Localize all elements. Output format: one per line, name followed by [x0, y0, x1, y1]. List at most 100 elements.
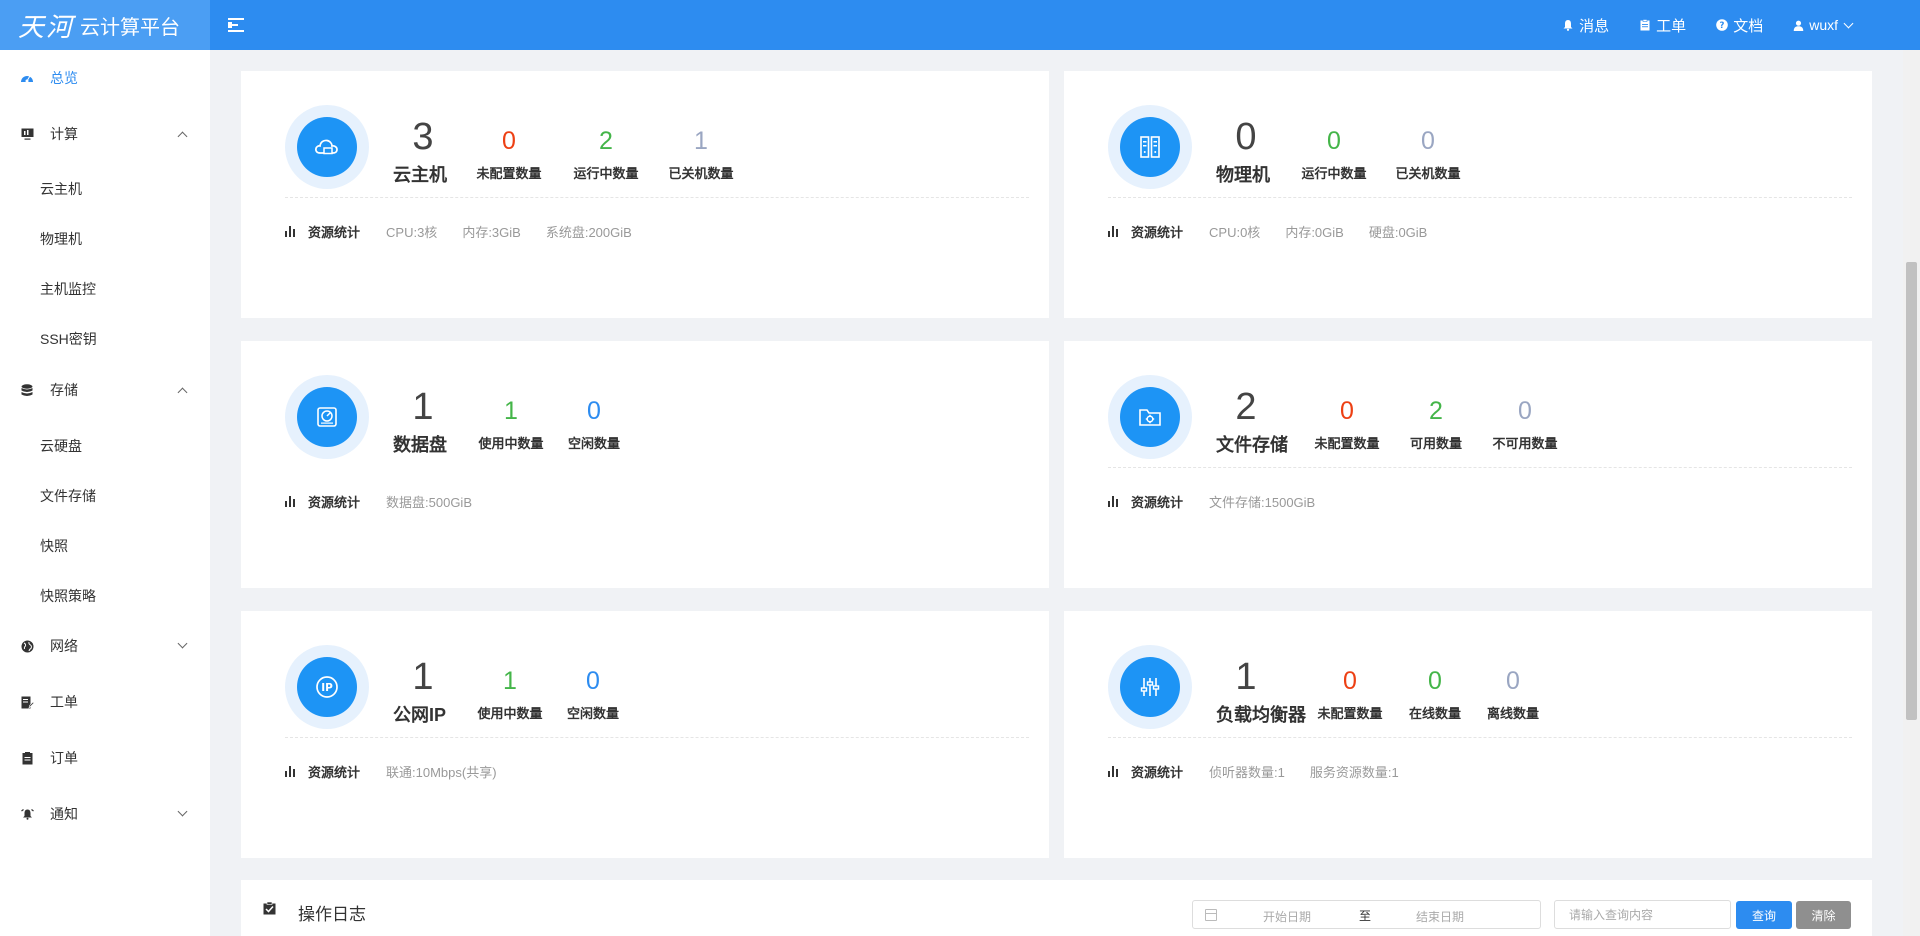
sidebar: 总览 计算 云主机 物理机 主机监控 SSH密钥 存储 云硬盘 文件存储 快照 …	[0, 50, 210, 936]
svg-text:IP: IP	[321, 682, 333, 694]
load-balancer-count: 1	[1235, 656, 1257, 698]
physical-count: 0	[1235, 116, 1257, 158]
nav-messages-label: 消息	[1579, 17, 1610, 35]
sidebar-subitem-file-storage[interactable]: 文件存储	[40, 486, 96, 506]
sidebar-subitem-host-monitor[interactable]: 主机监控	[40, 279, 96, 299]
stat-value: 0	[1518, 397, 1532, 425]
bar-chart-icon	[285, 496, 297, 507]
card-icon-ring	[285, 375, 369, 459]
resource-title: 资源统计	[1131, 225, 1184, 240]
stat-label: 已关机数量	[668, 166, 734, 181]
card-file-storage: 2 文件存储 0 未配置数量 2 可用数量 0 不可用数量 资源统计 文件存储:…	[1064, 341, 1872, 588]
resource-title: 资源统计	[1131, 765, 1184, 780]
sidebar-item-compute[interactable]: 计算	[0, 114, 210, 154]
calendar-icon	[1205, 909, 1217, 921]
stat-label: 离线数量	[1486, 706, 1539, 721]
file-storage-count: 2	[1235, 386, 1257, 428]
resource-stats: 资源统计 文件存储:1500GiB	[1108, 492, 1340, 511]
chevron-down-icon	[1843, 18, 1854, 28]
stat-vm-running: 2 运行中数量	[569, 126, 643, 182]
bar-chart-icon	[1108, 496, 1120, 507]
resource-memory: 内存:3GiB	[462, 225, 521, 240]
chevron-down-icon	[177, 638, 188, 649]
sidebar-subitem-snapshot[interactable]: 快照	[40, 536, 68, 556]
nav-docs[interactable]: ? 文档	[1716, 15, 1763, 36]
resource-memory: 内存:0GiB	[1285, 225, 1344, 240]
nav-messages[interactable]: 消息	[1562, 15, 1609, 36]
sidebar-subitem-physical[interactable]: 物理机	[40, 229, 82, 249]
card-load-balancer: 1 负载均衡器 0 未配置数量 0 在线数量 0 离线数量 资源统计 侦听器数量…	[1064, 611, 1872, 858]
stat-file-unconfigured: 0 未配置数量	[1312, 396, 1382, 452]
stat-label: 已关机数量	[1395, 166, 1461, 181]
card-divider	[1108, 467, 1852, 468]
svg-text:?: ?	[1720, 21, 1725, 31]
sidebar-subitem-vm[interactable]: 云主机	[40, 179, 82, 199]
scrollbar-thumb[interactable]	[1906, 262, 1917, 720]
nav-workorder[interactable]: 工单	[1639, 15, 1686, 36]
log-title: 操作日志	[298, 905, 366, 924]
card-divider	[285, 197, 1029, 198]
logo[interactable]: 天河 云计算平台	[0, 0, 210, 50]
resource-cpu: CPU:0核	[1209, 225, 1261, 240]
stat-value: 0	[1421, 127, 1435, 155]
resource-title: 资源统计	[1131, 495, 1184, 510]
sidebar-subitem-ssh-key[interactable]: SSH密钥	[40, 329, 97, 349]
resource-system-disk: 系统盘:200GiB	[545, 225, 632, 240]
resource-title: 资源统计	[308, 225, 361, 240]
bar-chart-icon	[285, 766, 297, 777]
card-physical: 0 物理机 0 运行中数量 0 已关机数量 资源统计 CPU:0核 内存:0Gi…	[1064, 71, 1872, 318]
date-range-picker[interactable]: 开始日期 至 结束日期	[1192, 900, 1541, 929]
vm-label: 云主机	[393, 165, 447, 185]
physical-label: 物理机	[1216, 165, 1270, 185]
sidebar-item-overview[interactable]: 总览	[0, 58, 210, 98]
nav-workorder-label: 工单	[1656, 17, 1687, 35]
stat-value: 2	[1429, 397, 1443, 425]
sidebar-subitem-snapshot-policy[interactable]: 快照策略	[40, 586, 96, 606]
card-divider	[1108, 197, 1852, 198]
stat-value: 0	[1343, 667, 1357, 695]
sidebar-item-network[interactable]: 网络	[0, 626, 210, 666]
query-button[interactable]: 查询	[1736, 901, 1792, 929]
load-balancer-label: 负载均衡器	[1216, 705, 1306, 725]
end-date-input[interactable]: 结束日期	[1416, 908, 1464, 925]
stat-value: 0	[1506, 667, 1520, 695]
stat-value: 0	[586, 667, 600, 695]
stat-label: 在线数量	[1408, 706, 1461, 721]
clear-button[interactable]: 清除	[1796, 901, 1851, 929]
sidebar-item-workorder[interactable]: 工单	[0, 682, 210, 722]
resource-stats: 资源统计 CPU:0核 内存:0GiB 硬盘:0GiB	[1108, 222, 1452, 241]
public-ip-label: 公网IP	[393, 705, 447, 725]
user-menu[interactable]: wuxf	[1793, 17, 1854, 33]
stat-value: 0	[1327, 127, 1341, 155]
sidebar-subitem-cloud-disk[interactable]: 云硬盘	[40, 436, 82, 456]
clipboard-check-icon	[263, 902, 276, 915]
sidebar-item-order[interactable]: 订单	[0, 738, 210, 778]
stat-lb-online: 0 在线数量	[1406, 666, 1464, 722]
resource-stats: 资源统计 联通:10Mbps(共享)	[285, 762, 522, 781]
menu-toggle-icon[interactable]	[228, 18, 244, 32]
stat-value: 0	[502, 127, 516, 155]
card-icon-ring	[285, 105, 369, 189]
sidebar-item-notice[interactable]: 通知	[0, 794, 210, 834]
search-input[interactable]	[1554, 900, 1731, 929]
resource-title: 资源统计	[308, 765, 361, 780]
card-vm: 3 云主机 0 未配置数量 2 运行中数量 1 已关机数量 资源统计 CPU:3…	[241, 71, 1049, 318]
nav-docs-label: 文档	[1733, 17, 1764, 35]
bar-chart-icon	[1108, 226, 1120, 237]
card-divider	[285, 737, 1029, 738]
alarm-bell-icon	[20, 807, 34, 821]
start-date-input[interactable]: 开始日期	[1263, 908, 1311, 925]
question-icon: ?	[1716, 19, 1728, 31]
resource-bandwidth: 联通:10Mbps(共享)	[386, 765, 497, 780]
card-icon-ring	[1108, 105, 1192, 189]
sidebar-item-label: 存储	[50, 382, 78, 398]
chevron-up-icon	[177, 131, 188, 142]
sidebar-item-label: 工单	[50, 694, 78, 710]
sidebar-item-label: 通知	[50, 806, 78, 822]
sidebar-item-storage[interactable]: 存储	[0, 370, 210, 410]
bell-icon	[1563, 20, 1573, 31]
stat-lb-unconfigured: 0 未配置数量	[1315, 666, 1385, 722]
folder-settings-icon	[1120, 387, 1180, 447]
resource-disk: 硬盘:0GiB	[1368, 225, 1428, 240]
chevron-down-icon	[177, 806, 188, 817]
